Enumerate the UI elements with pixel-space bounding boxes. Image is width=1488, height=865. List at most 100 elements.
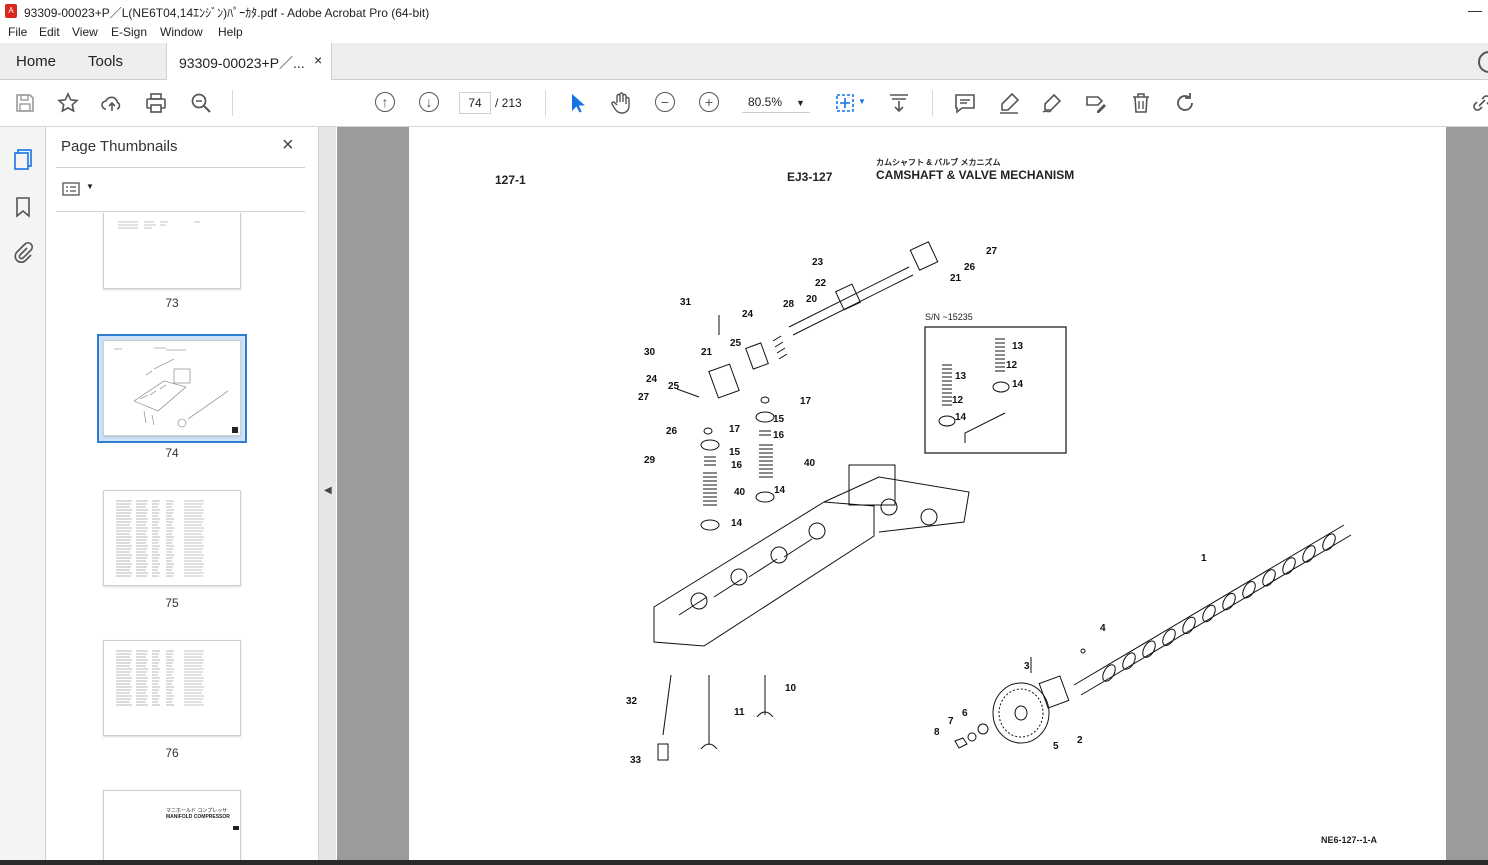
head-bore — [920, 508, 938, 526]
zoom-in-icon[interactable]: + — [699, 92, 719, 112]
callout-number: 20 — [806, 294, 818, 305]
thumbnail-options-icon[interactable]: ▼ — [62, 182, 94, 199]
callout-number: 13 — [955, 371, 967, 382]
minimize-icon[interactable]: — — [1468, 2, 1482, 18]
callout-number: 23 — [812, 257, 824, 268]
page-thumbnails-icon[interactable] — [11, 147, 35, 171]
chevron-down-icon: ▼ — [86, 182, 94, 191]
spring-retainer — [700, 439, 720, 451]
callout-number: 31 — [680, 297, 692, 308]
tab-document[interactable]: 93309-00023+P／... × — [166, 43, 332, 80]
callout-number: 2 — [1077, 735, 1083, 746]
tappet — [657, 743, 669, 761]
callout-number: 27 — [638, 392, 650, 403]
valve-seat-washer — [755, 491, 775, 503]
cam-lobe — [1162, 628, 1176, 646]
thumbnail-page-73[interactable] — [103, 213, 241, 289]
inset-box — [924, 326, 1067, 454]
toolbar-separator — [932, 90, 933, 116]
scroll-mode-icon[interactable] — [887, 91, 911, 115]
callout-number: 16 — [731, 460, 743, 471]
thumbnail-label: 73 — [165, 296, 179, 310]
rotate-icon[interactable] — [1173, 91, 1197, 115]
select-cursor-icon[interactable] — [566, 91, 590, 115]
menu-help[interactable]: Help — [218, 25, 243, 39]
rocker-arm-left — [708, 363, 740, 399]
tab-home[interactable]: Home — [16, 53, 56, 70]
page-number-input[interactable]: 74 — [459, 92, 491, 114]
cam-lobe — [1102, 664, 1116, 682]
zoom-out-icon[interactable]: − — [655, 92, 675, 112]
thumbnail-label: 76 — [165, 746, 179, 760]
tab-document-label: 93309-00023+P／... — [179, 55, 305, 71]
gear-hub — [1014, 705, 1028, 721]
save-icon[interactable] — [13, 91, 37, 115]
zoom-search-icon[interactable] — [189, 91, 213, 115]
cam-lobe — [1222, 592, 1236, 611]
nut-8 — [954, 737, 968, 749]
attachments-paperclip-icon[interactable] — [11, 241, 35, 265]
spring-seat — [759, 430, 771, 436]
inset-retainer — [992, 381, 1010, 393]
zoom-dropdown[interactable]: 80.5% ▼ — [742, 92, 810, 113]
thumbnail-page-75[interactable] — [103, 490, 241, 586]
fit-page-icon[interactable] — [833, 91, 857, 115]
callout-number: 33 — [630, 755, 642, 766]
fill-sign-icon[interactable] — [1084, 91, 1108, 115]
head-bore — [770, 546, 788, 564]
menu-file[interactable]: File — [8, 25, 27, 39]
callout-number: 17 — [729, 424, 741, 435]
washer-7 — [967, 732, 977, 742]
menu-window[interactable]: Window — [160, 25, 203, 39]
print-icon[interactable] — [144, 91, 168, 115]
chevron-down-icon[interactable]: ▼ — [858, 97, 866, 106]
cam-lobe — [1182, 616, 1196, 635]
toolbar-separator — [232, 90, 233, 116]
draw-sign-icon[interactable] — [1040, 91, 1064, 115]
camshaft-lobes — [1102, 533, 1336, 682]
tab-close-icon[interactable]: × — [314, 52, 322, 68]
comment-icon[interactable] — [953, 91, 977, 115]
callout-number: 14 — [774, 485, 786, 496]
collapse-arrow-icon[interactable]: ◀ — [324, 485, 332, 496]
callout-number: 27 — [986, 246, 998, 257]
thrust-plate — [1038, 675, 1070, 709]
callout-number: 11 — [734, 707, 745, 718]
head-bore — [690, 592, 708, 610]
callout-number: 24 — [646, 374, 658, 385]
thumbnail-page-77[interactable]: マニホールド コンプレッサ MANIFOLD COMPRESSOR — [103, 790, 241, 860]
bookmark-star-icon[interactable] — [56, 91, 80, 115]
upload-cloud-icon[interactable] — [100, 91, 124, 115]
valve-spring — [703, 472, 717, 506]
callout-number: 21 — [701, 347, 713, 358]
thumbnail-page-74[interactable] — [103, 340, 241, 436]
highlight-pen-icon[interactable] — [997, 91, 1021, 115]
valve-cotter — [703, 427, 713, 435]
tab-tools[interactable]: Tools — [88, 53, 123, 70]
thumbnail-list: 73 74 75 76 マニホールド コンプレッサ MANIFOLD COMPR… — [46, 213, 296, 860]
pin-4 — [1080, 648, 1086, 654]
callout-number: 14 — [731, 518, 743, 529]
page-total: / 213 — [495, 96, 522, 110]
bookmarks-icon[interactable] — [11, 195, 35, 219]
rocker-arm-center — [745, 342, 769, 370]
menu-esign[interactable]: E-Sign — [111, 25, 147, 39]
next-page-icon[interactable]: ↓ — [419, 92, 439, 112]
panel-collapse-strip[interactable]: ◀ — [319, 127, 336, 860]
previous-page-icon[interactable]: ↑ — [375, 92, 395, 112]
delete-trash-icon[interactable] — [1129, 91, 1153, 115]
help-icon[interactable] — [1478, 51, 1488, 73]
callout-number: 4 — [1100, 623, 1106, 634]
callout-number: 15 — [729, 447, 741, 458]
inset-leader — [964, 412, 1006, 443]
hand-tool-icon[interactable] — [609, 91, 633, 115]
cam-lobe — [1142, 640, 1156, 658]
menu-edit[interactable]: Edit — [39, 25, 60, 39]
menu-view[interactable]: View — [72, 25, 98, 39]
zoom-value: 80.5% — [748, 95, 783, 109]
cylinder-head — [653, 476, 970, 647]
rocker-lever — [676, 388, 700, 398]
link-icon[interactable] — [1470, 91, 1488, 115]
panel-close-icon[interactable]: × — [282, 134, 294, 157]
thumbnail-page-76[interactable] — [103, 640, 241, 736]
